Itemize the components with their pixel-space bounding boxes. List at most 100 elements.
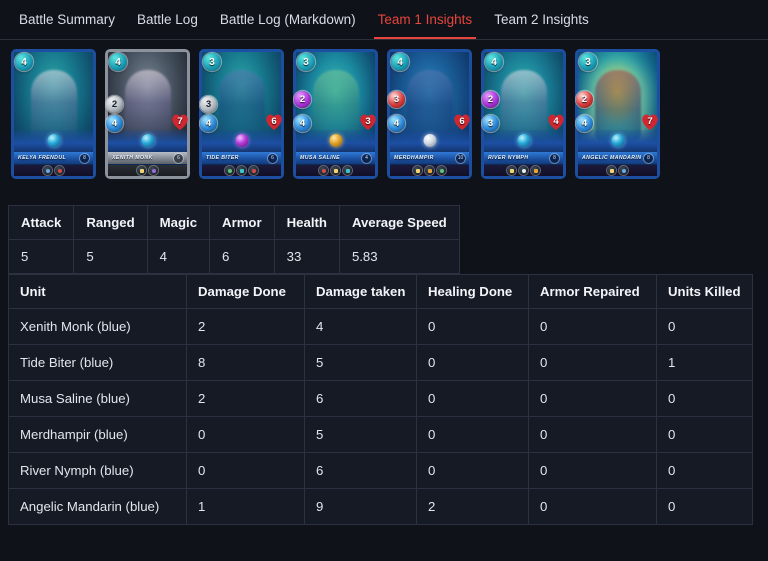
ability-snipe-icon (425, 166, 434, 175)
cell-units-killed: 0 (656, 380, 753, 417)
cell-units-killed: 0 (656, 488, 753, 525)
mana-badge: 3 (203, 53, 221, 71)
card-abilities (296, 165, 375, 176)
tab-battle-summary[interactable]: Battle Summary (8, 3, 126, 38)
team-card-strip: 4 KELYA FRENDUL 8 4 2 4 7 XENITH MONK 6 (0, 40, 768, 179)
card-angelic-mandarin[interactable]: 3 2 4 7 ANGELIC MANDARIN 8 (575, 49, 660, 179)
card-abilities (108, 165, 187, 176)
table-header-row: Unit Damage Done Damage taken Healing Do… (8, 274, 753, 309)
cell-healing-done: 0 (416, 380, 529, 417)
tab-battle-log[interactable]: Battle Log (126, 3, 209, 38)
card-musa-saline[interactable]: 3 2 4 3 MUSA SALINE 4 (293, 49, 378, 179)
ability-heal-icon (137, 166, 146, 175)
cell-healing-done: 0 (416, 308, 529, 345)
card-level: 8 (644, 153, 653, 163)
cell-healing-done: 0 (416, 416, 529, 453)
card-level: 10 (456, 153, 465, 163)
ability-armor-buff-icon (43, 166, 52, 175)
card-abilities (390, 165, 469, 176)
magic-attack-badge: 2 (482, 91, 499, 108)
cell-damage-taken: 9 (304, 488, 417, 525)
ability-triage-icon (607, 166, 616, 175)
mana-badge: 4 (391, 53, 409, 71)
ranged-attack-badge: 3 (388, 91, 405, 108)
cell-average-speed: 5.83 (338, 239, 460, 274)
card-merdhampir[interactable]: 4 3 4 6 MERDHAMPIR 10 (387, 49, 472, 179)
cell-damage-done: 0 (186, 452, 305, 489)
ability-cleanse-icon (331, 166, 340, 175)
cell-damage-done: 2 (186, 308, 305, 345)
table-row: Angelic Mandarin (blue) 1 9 2 0 0 (8, 488, 753, 525)
team-summary-table: Attack Ranged Magic Armor Health Average… (7, 205, 460, 274)
card-level: 6 (174, 153, 183, 163)
ranged-attack-badge: 2 (576, 91, 593, 108)
card-name-bar: ANGELIC MANDARIN 8 (578, 152, 657, 164)
card-kelya-frendul[interactable]: 4 KELYA FRENDUL 8 (11, 49, 96, 179)
mana-badge: 4 (109, 53, 127, 71)
card-plate (202, 130, 281, 152)
cell-damage-taken: 6 (304, 380, 417, 417)
card-level: 8 (550, 153, 559, 163)
magic-attack-badge: 2 (294, 91, 311, 108)
card-plate (390, 130, 469, 152)
cell-unit: Merdhampir (blue) (8, 416, 187, 453)
cell-armor-repaired: 0 (528, 452, 657, 489)
cell-damage-taken: 5 (304, 344, 417, 381)
ability-tank-heal-icon (619, 166, 628, 175)
table-row: Tide Biter (blue) 8 5 0 0 1 (8, 344, 753, 381)
table-row: 5 5 4 6 33 5.83 (7, 239, 460, 274)
speed-badge: 4 (106, 115, 123, 132)
card-orb (235, 134, 248, 147)
card-name: KELYA FRENDUL (18, 155, 67, 161)
cell-armor-repaired: 0 (528, 380, 657, 417)
card-tide-biter[interactable]: 3 3 4 6 TIDE BITER 6 (199, 49, 284, 179)
card-level: 6 (268, 153, 277, 163)
cell-healing-done: 0 (416, 452, 529, 489)
card-orb (611, 134, 624, 147)
cell-armor-repaired: 0 (528, 308, 657, 345)
table-row: Musa Saline (blue) 2 6 0 0 0 (8, 380, 753, 417)
table-row: Merdhampir (blue) 0 5 0 0 0 (8, 416, 753, 453)
ability-sneak-icon (225, 166, 234, 175)
mana-badge: 4 (15, 53, 33, 71)
col-armor-repaired: Armor Repaired (528, 274, 657, 309)
mana-badge: 3 (297, 53, 315, 71)
ability-affliction-icon (319, 166, 328, 175)
col-health: Health (273, 205, 340, 240)
cell-unit: Tide Biter (blue) (8, 344, 187, 381)
table-row: River Nymph (blue) 0 6 0 0 0 (8, 452, 753, 489)
card-name: XENITH MONK (112, 155, 153, 161)
cell-damage-taken: 5 (304, 416, 417, 453)
col-units-killed: Units Killed (656, 274, 753, 309)
card-river-nymph[interactable]: 4 2 3 4 RIVER NYMPH 8 (481, 49, 566, 179)
cell-units-killed: 0 (656, 452, 753, 489)
unit-stats-table: Unit Damage Done Damage taken Healing Do… (8, 274, 753, 525)
cell-healing-done: 0 (416, 344, 529, 381)
card-name-bar: RIVER NYMPH 8 (484, 152, 563, 164)
cell-damage-done: 8 (186, 344, 305, 381)
col-unit: Unit (8, 274, 187, 309)
card-abilities (202, 165, 281, 176)
tab-team-2-insights[interactable]: Team 2 Insights (483, 3, 600, 38)
card-abilities (578, 165, 657, 176)
ability-backfire-icon (237, 166, 246, 175)
ability-piercing-icon (249, 166, 258, 175)
col-armor: Armor (209, 205, 275, 240)
cell-damage-done: 2 (186, 380, 305, 417)
speed-badge: 4 (200, 115, 217, 132)
tab-battle-log-markdown[interactable]: Battle Log (Markdown) (209, 3, 367, 38)
col-healing-done: Healing Done (416, 274, 529, 309)
col-damage-taken: Damage taken (304, 274, 417, 309)
tab-team-1-insights[interactable]: Team 1 Insights (367, 3, 484, 39)
table-row: Xenith Monk (blue) 2 4 0 0 0 (8, 308, 753, 345)
card-xenith-monk[interactable]: 4 2 4 7 XENITH MONK 6 (105, 49, 190, 179)
cell-unit: Musa Saline (blue) (8, 380, 187, 417)
cell-healing-done: 2 (416, 488, 529, 525)
card-name-bar: MUSA SALINE 4 (296, 152, 375, 164)
card-name: MERDHAMPIR (394, 155, 434, 161)
cell-units-killed: 1 (656, 344, 753, 381)
cell-armor-repaired: 0 (528, 488, 657, 525)
ability-dispel-icon (519, 166, 528, 175)
cell-attack: 5 (7, 239, 75, 274)
cell-unit: Xenith Monk (blue) (8, 308, 187, 345)
